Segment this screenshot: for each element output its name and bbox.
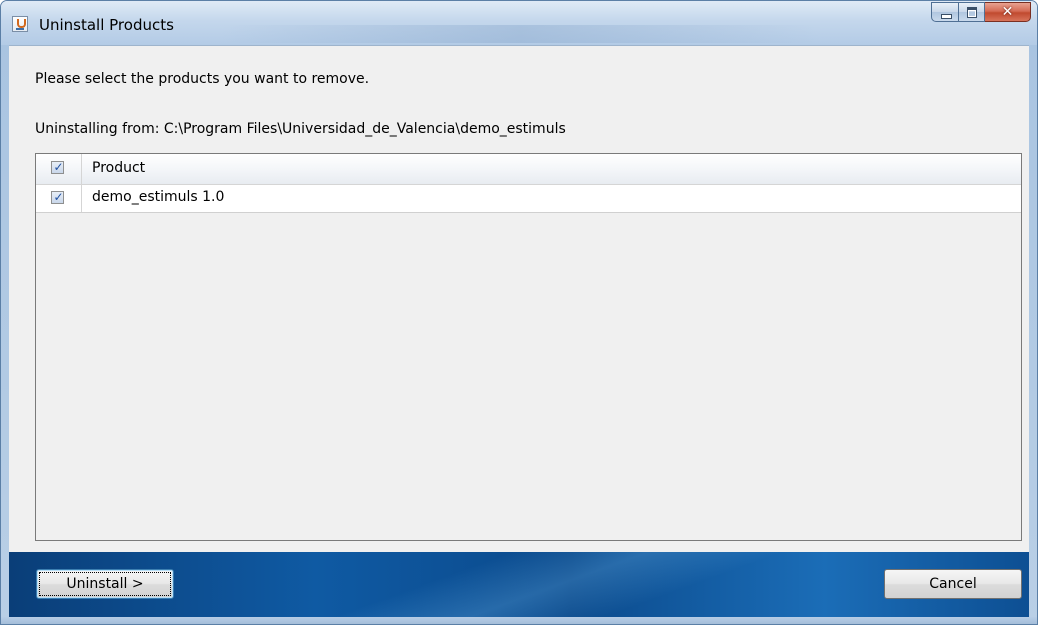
java-installer-icon — [12, 16, 28, 32]
close-icon: ✕ — [1001, 4, 1014, 20]
select-all-cell: ✓ — [36, 154, 82, 184]
caption-buttons: ✕ — [931, 2, 1031, 23]
table-header: ✓ Product — [36, 154, 1021, 185]
maximize-button[interactable] — [959, 2, 985, 22]
product-column-header[interactable]: Product — [92, 160, 145, 176]
close-button[interactable]: ✕ — [985, 2, 1031, 22]
row-check-cell: ✓ — [36, 185, 82, 212]
window-frame-bottom — [1, 617, 1037, 624]
product-checkbox[interactable]: ✓ — [51, 190, 64, 204]
minimize-icon — [941, 14, 952, 19]
checkmark-icon: ✓ — [53, 190, 64, 204]
cancel-button[interactable]: Cancel — [884, 569, 1022, 599]
button-bar: Uninstall > Cancel — [9, 552, 1029, 617]
product-name: demo_estimuls 1.0 — [92, 189, 225, 205]
footer-decoration — [309, 552, 809, 617]
select-all-checkbox[interactable]: ✓ — [51, 160, 64, 174]
window-title: Uninstall Products — [39, 16, 174, 34]
checkmark-icon: ✓ — [53, 160, 64, 174]
instruction-text: Please select the products you want to r… — [35, 71, 370, 87]
products-table: ✓ Product ✓ demo_estimuls 1.0 — [35, 153, 1022, 541]
title-bar[interactable]: Uninstall Products ✕ — [1, 1, 1037, 45]
minimize-button[interactable] — [931, 2, 959, 22]
table-row[interactable]: ✓ demo_estimuls 1.0 — [36, 185, 1021, 213]
background-blur — [221, 25, 821, 43]
maximize-icon — [967, 7, 977, 18]
uninstall-button[interactable]: Uninstall > — [36, 569, 174, 599]
uninstall-products-window: Uninstall Products ✕ Please select the p… — [0, 0, 1038, 625]
dialog-content: Please select the products you want to r… — [9, 45, 1029, 553]
uninstall-location-text: Uninstalling from: C:\Program Files\Univ… — [35, 121, 566, 137]
